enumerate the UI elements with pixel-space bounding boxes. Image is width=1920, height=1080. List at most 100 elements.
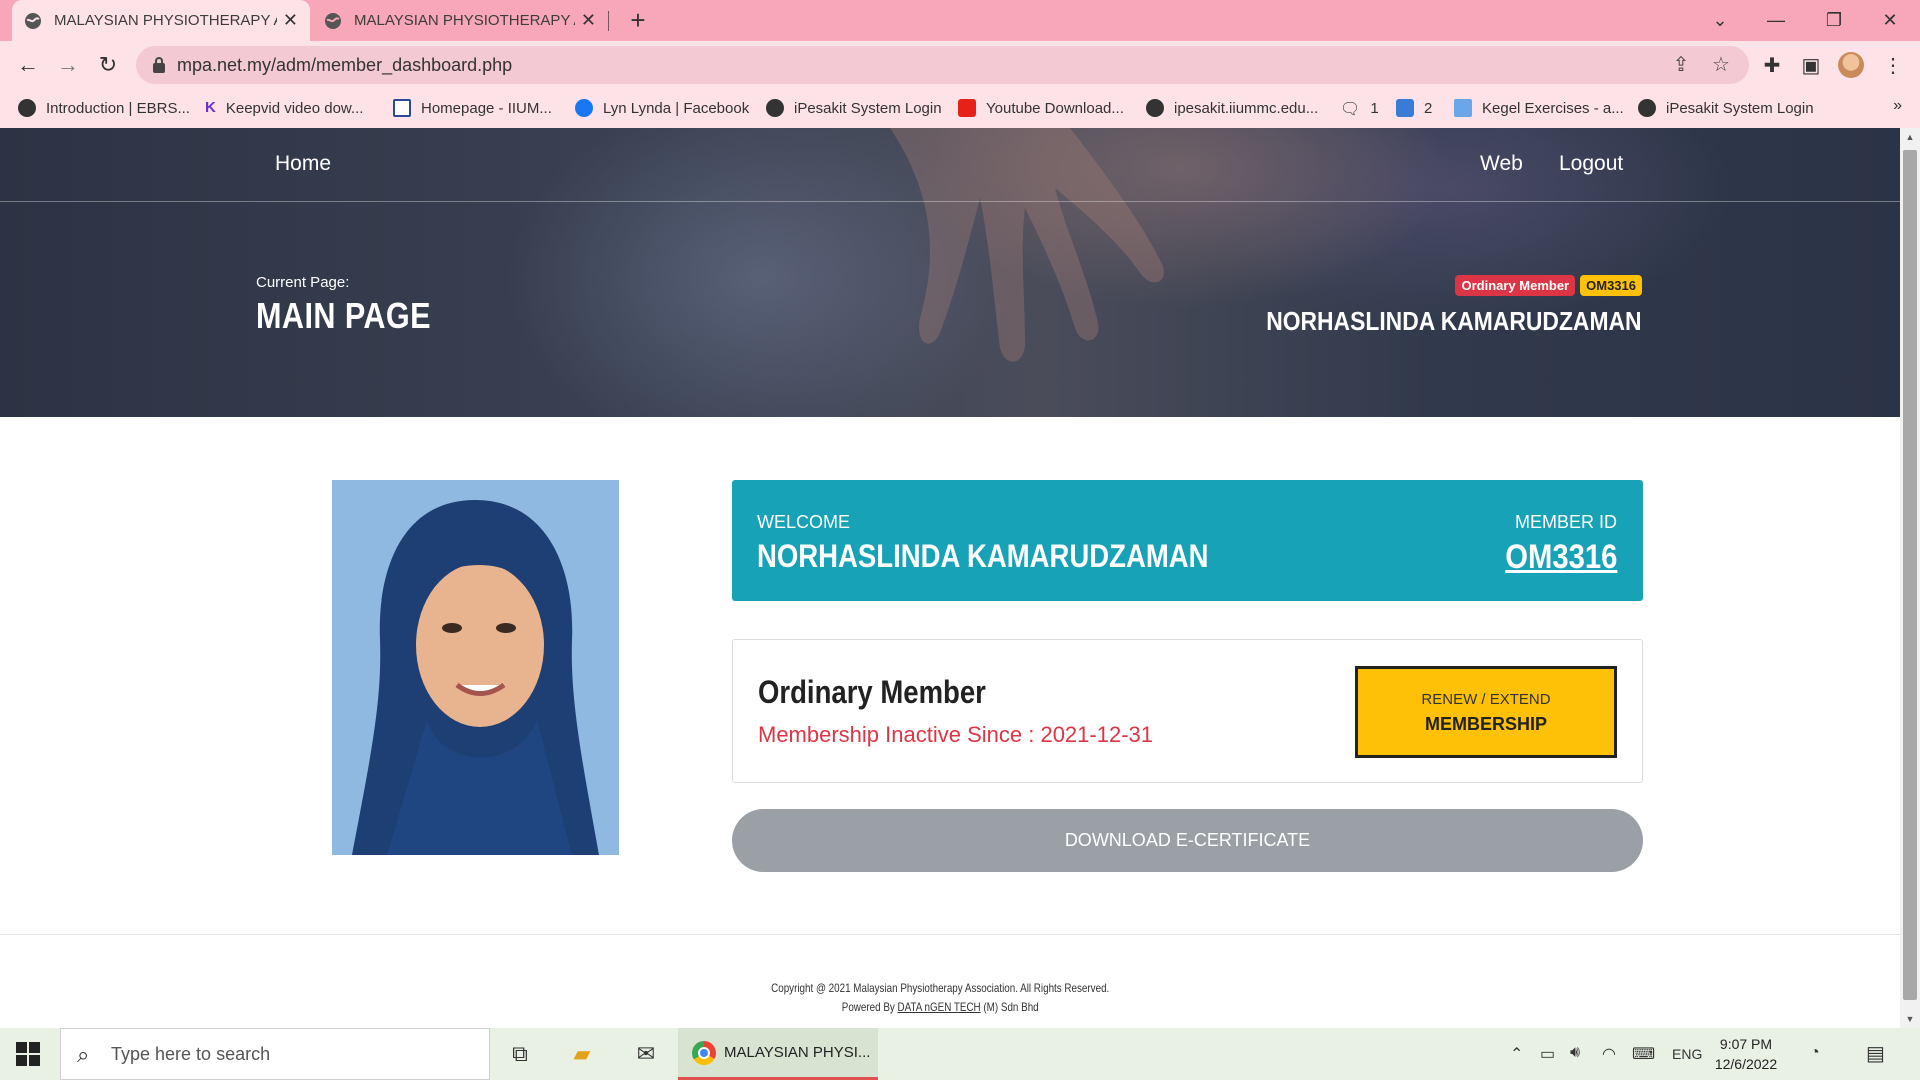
bookmark-item[interactable]: 🗨 1 [1340, 95, 1379, 121]
tab-title: MALAYSIAN PHYSIOTHERAPY AS [54, 12, 277, 29]
side-panel-icon[interactable]: ▣ [1798, 53, 1824, 79]
windows-start-icon[interactable] [14, 1040, 42, 1068]
member-id-link[interactable]: OM3316 [1505, 538, 1617, 577]
current-page-label: Current Page: [256, 274, 350, 291]
bookmark-item[interactable]: iPesakit System Login [1638, 95, 1814, 121]
bookmarks-overflow-icon[interactable]: » [1893, 97, 1902, 115]
tab-active[interactable]: MALAYSIAN PHYSIOTHERAPY AS ✕ [12, 0, 310, 41]
globe-icon [325, 12, 341, 29]
clock-date: 12/6/2022 [1714, 1056, 1778, 1072]
hero-member-name: NORHASLINDA KAMARUDZAMAN [1266, 306, 1642, 336]
globe-icon [25, 12, 41, 29]
hero-banner: Home Web Logout Current Page: MAIN PAGE … [0, 128, 1900, 417]
bookmark-item[interactable]: Homepage - IIUM... [393, 95, 552, 121]
bookmarks-bar: Introduction | EBRS... K Keepvid video d… [0, 89, 1920, 128]
taskbar-search-box[interactable]: ⌕ Type here to search [60, 1028, 490, 1080]
welcome-label: WELCOME [757, 512, 851, 532]
taskbar-clock[interactable]: 9:07 PM 12/6/2022 [1714, 1034, 1778, 1074]
reload-icon[interactable]: ↻ [92, 49, 124, 81]
file-explorer-icon[interactable]: ▰ [568, 1040, 596, 1068]
profile-photo [332, 480, 619, 855]
scroll-up-icon[interactable]: ▲ [1900, 132, 1920, 142]
bookmark-label: Lyn Lynda | Facebook [603, 99, 750, 117]
wifi-icon[interactable]: ◠ [1602, 1044, 1616, 1064]
tab-search-icon[interactable]: ⌄ [1692, 0, 1748, 41]
site-icon [1454, 99, 1472, 117]
bookmark-item[interactable]: Lyn Lynda | Facebook [575, 95, 749, 121]
renew-membership-button[interactable]: RENEW / EXTEND MEMBERSHIP [1355, 666, 1617, 758]
tab-separator [608, 11, 609, 31]
youtube-icon [958, 99, 976, 117]
show-hidden-icons-icon[interactable]: ⌃ [1510, 1044, 1523, 1064]
bookmark-item[interactable]: 2 [1396, 95, 1432, 121]
bookmark-item[interactable]: Kegel Exercises - a... [1454, 95, 1624, 121]
powered-by-link[interactable]: DATA nGEN TECH [897, 1000, 980, 1014]
scroll-down-icon[interactable]: ▼ [1900, 1014, 1920, 1024]
bookmark-item[interactable]: iPesakit System Login [766, 95, 942, 121]
nav-web-link[interactable]: Web [1480, 152, 1523, 176]
battery-icon[interactable]: ▭ [1540, 1044, 1555, 1064]
bookmark-label: 2 [1424, 99, 1433, 117]
bookmark-label: ipesakit.iiummc.edu... [1174, 99, 1319, 117]
nav-home-link[interactable]: Home [275, 152, 331, 176]
renew-button-label: RENEW / EXTEND [1421, 691, 1551, 708]
address-bar[interactable]: mpa.net.my/adm/member_dashboard.php ⇪ ☆ [136, 46, 1749, 84]
member-id-badge: OM3316 [1580, 275, 1642, 296]
e-icon [393, 99, 411, 117]
page-title: MAIN PAGE [256, 295, 431, 336]
close-tab-icon[interactable]: ✕ [283, 10, 298, 31]
bookmark-label: Youtube Download... [986, 99, 1124, 117]
member-id-label: MEMBER ID [1514, 512, 1617, 532]
membership-status-card: Ordinary Member Membership Inactive Sinc… [732, 639, 1643, 783]
profile-portrait [332, 480, 619, 855]
globe-icon [1146, 99, 1164, 117]
language-indicator[interactable]: ENG [1672, 1046, 1702, 1062]
bookmark-item[interactable]: K Keepvid video dow... [205, 95, 363, 121]
minimize-icon[interactable]: — [1748, 0, 1804, 41]
forward-icon[interactable]: → [52, 49, 84, 81]
bookmark-label: Introduction | EBRS... [46, 99, 190, 117]
address-text[interactable]: mpa.net.my/adm/member_dashboard.php [177, 55, 512, 76]
download-certificate-button[interactable]: DOWNLOAD E-CERTIFICATE [732, 809, 1643, 872]
globe-icon [18, 99, 36, 117]
footer-divider [0, 934, 1900, 935]
notification-center-icon[interactable]: ▤ [1866, 1041, 1885, 1066]
bookmark-item[interactable]: Introduction | EBRS... [18, 95, 190, 121]
footer-content: Copyright @ 2021 Malaysian Physiotherapy… [771, 979, 1109, 1017]
bookmark-item[interactable]: ipesakit.iiummc.edu... [1146, 95, 1318, 121]
globe-icon [1638, 99, 1656, 117]
widget-icon[interactable]: ◔ [1810, 1044, 1820, 1062]
new-tab-button[interactable]: + [622, 4, 654, 36]
bookmark-label: Homepage - IIUM... [421, 99, 552, 117]
close-window-icon[interactable]: ✕ [1862, 0, 1918, 41]
bookmark-star-icon[interactable]: ☆ [1709, 53, 1733, 77]
restore-icon[interactable]: ❐ [1806, 0, 1862, 41]
taskbar-chrome-label: MALAYSIAN PHYSI... [724, 1044, 871, 1061]
menu-kebab-icon[interactable]: ⋮ [1880, 53, 1906, 79]
close-tab-icon[interactable]: ✕ [581, 10, 596, 31]
tab-inactive[interactable]: MALAYSIAN PHYSIOTHERAPY AS ✕ [312, 0, 608, 41]
task-view-icon[interactable]: ⧉ [506, 1040, 534, 1068]
nav-logout-link[interactable]: Logout [1559, 152, 1623, 176]
bookmark-item[interactable]: Youtube Download... [958, 95, 1124, 121]
page-viewport: Home Web Logout Current Page: MAIN PAGE … [0, 128, 1900, 1028]
browser-toolbar: ← → ↻ mpa.net.my/adm/member_dashboard.ph… [0, 41, 1920, 89]
page-scrollbar[interactable]: ▲ ▼ [1900, 128, 1920, 1028]
volume-icon[interactable]: 🔊︎ [1570, 1044, 1580, 1062]
back-icon[interactable]: ← [12, 49, 44, 81]
profile-avatar[interactable] [1838, 52, 1864, 78]
bookmark-label: Kegel Exercises - a... [1482, 99, 1624, 117]
mail-icon[interactable]: ✉ [632, 1040, 660, 1068]
lock-icon [153, 57, 165, 73]
share-icon[interactable]: ⇪ [1669, 53, 1693, 77]
bookmark-label: iPesakit System Login [794, 99, 942, 117]
tab-title: MALAYSIAN PHYSIOTHERAPY AS [354, 12, 575, 29]
copyright-text: Copyright @ 2021 Malaysian Physiotherapy… [770, 981, 1110, 995]
clock-time: 9:07 PM [1719, 1036, 1773, 1052]
scrollbar-thumb[interactable] [1903, 150, 1917, 1000]
welcome-name: NORHASLINDA KAMARUDZAMAN [757, 538, 1209, 574]
nav-divider [0, 201, 1900, 202]
taskbar-chrome-app[interactable]: MALAYSIAN PHYSI... [678, 1028, 878, 1080]
keyboard-icon[interactable]: ⌨ [1632, 1044, 1655, 1064]
extensions-icon[interactable]: ✚ [1759, 53, 1785, 79]
